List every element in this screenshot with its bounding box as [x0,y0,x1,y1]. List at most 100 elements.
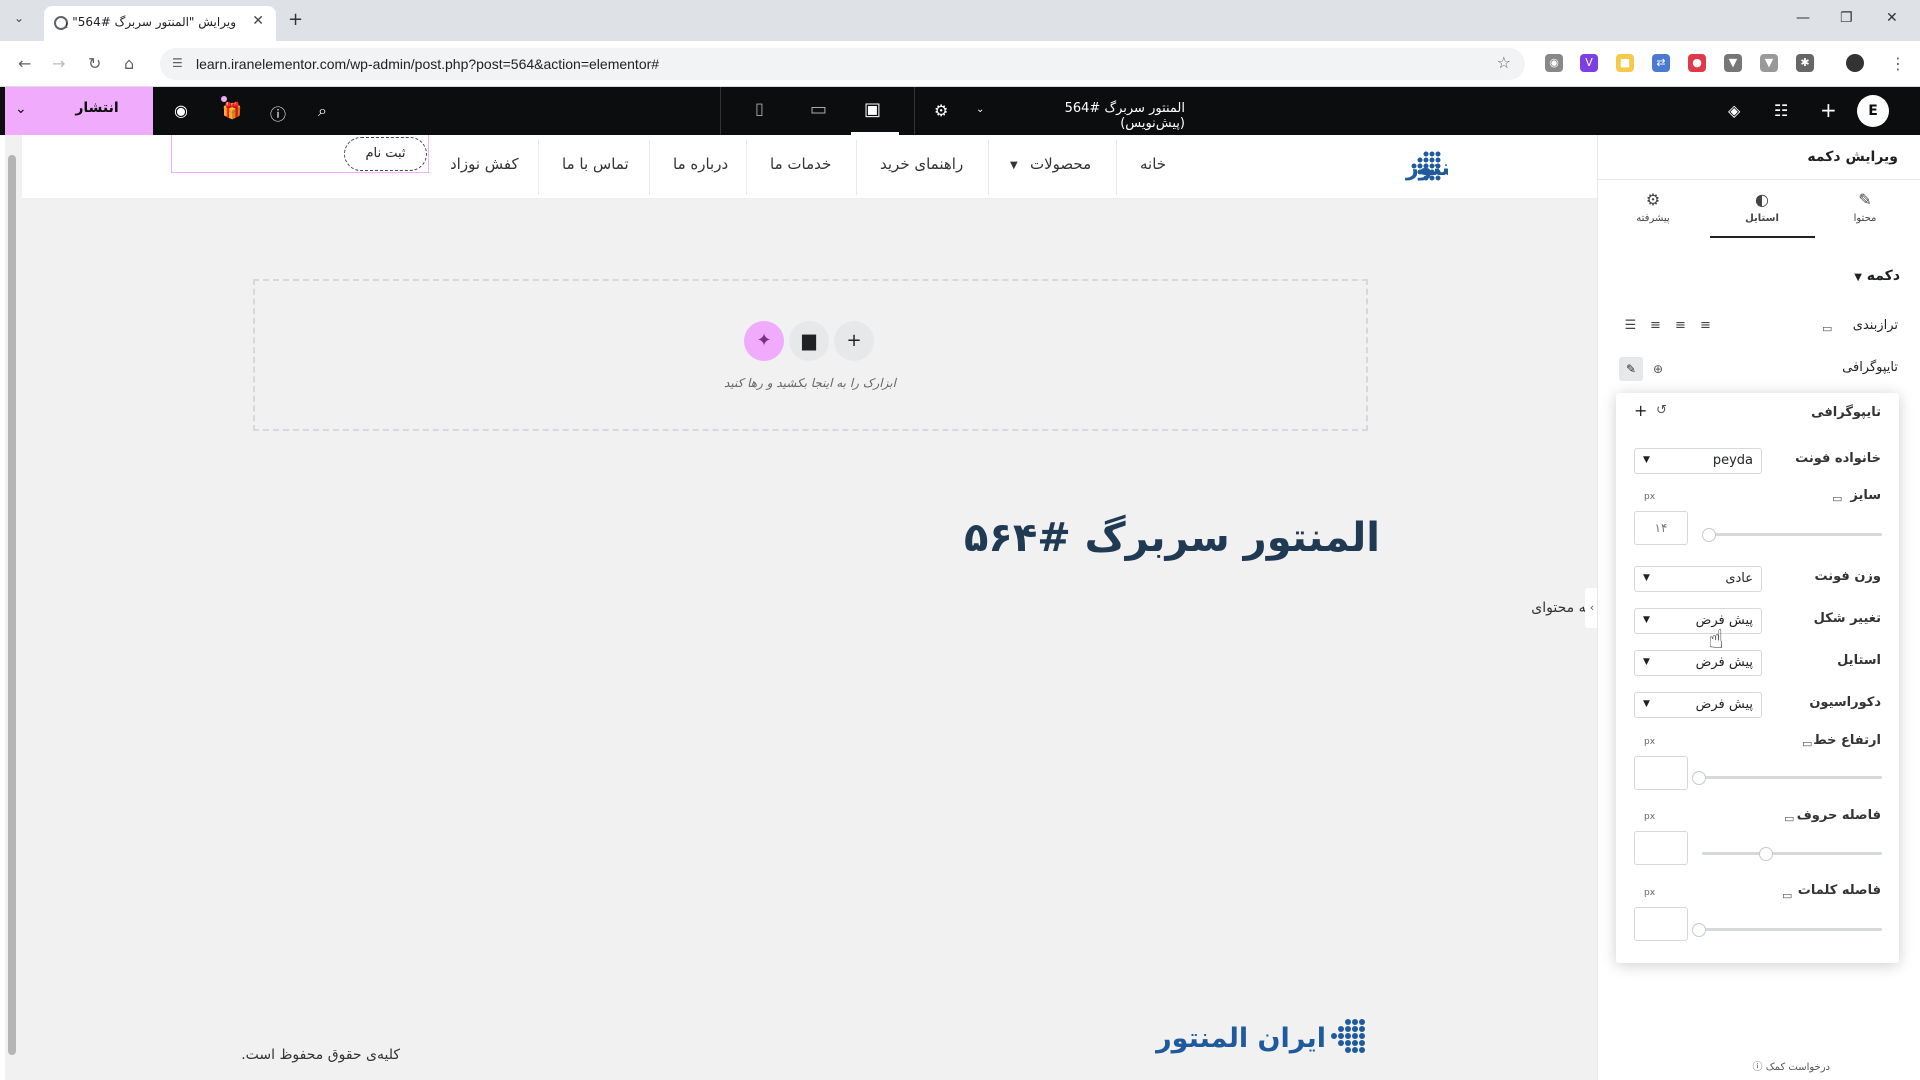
word-spacing-input[interactable] [1634,907,1688,941]
home-icon[interactable]: ⌂ [124,54,134,73]
page-heading[interactable]: المنتور سربرگ #۵۶۴ [900,515,1380,561]
dropdown-arrow-icon: ▼ [1643,699,1650,709]
extension-shield-icon[interactable]: ▼ [1724,54,1742,72]
menu-item-baby-shoes[interactable]: کفش نوزاد [450,155,519,173]
register-button[interactable]: ثبت نام [344,137,427,171]
elementor-menu-logo-icon[interactable]: E [1857,95,1889,127]
letter-spacing-slider[interactable] [1702,852,1882,855]
font-family-select[interactable]: peyda ▼ [1634,448,1762,474]
typography-label: تایپوگرافی [1842,360,1898,375]
close-window-icon[interactable]: ✕ [1886,10,1898,26]
responsive-monitor-icon[interactable]: ▭ [1832,492,1842,505]
menu-item-home[interactable]: خانه [1140,155,1166,173]
menu-item-about[interactable]: درباره ما [673,155,728,173]
ai-sparkle-button[interactable]: ✦ [744,321,784,361]
size-slider-handle[interactable] [1702,528,1716,542]
profile-avatar[interactable] [1846,54,1864,72]
align-left-icon[interactable]: ≡ [1693,314,1718,338]
help-request-link[interactable]: درخواست کمک ⓘ [1700,1058,1830,1073]
tab-content[interactable]: ✎ محتوا [1820,190,1910,224]
restore-icon[interactable]: ❐ [1840,10,1853,26]
align-right-icon[interactable]: ≡ [1643,314,1668,338]
new-tab-button[interactable]: + [288,9,303,30]
tab-list-chevron-icon[interactable]: ⌄ [14,11,24,25]
publish-button[interactable]: انتشار [47,100,147,122]
extensions-puzzle-icon[interactable]: ✱ [1796,54,1814,72]
line-height-slider[interactable] [1702,776,1882,779]
browser-tab-strip: ⌄ ویرایش "المنتور سربرگ #564" با ✕ + — ❐… [0,0,1920,41]
text-transform-select[interactable]: پیش فرض ▼ [1634,608,1762,634]
responsive-monitor-icon[interactable]: ▭ [1802,737,1812,750]
word-spacing-unit-select[interactable]: px [1644,888,1655,898]
tablet-device-icon[interactable]: ▭ [810,99,827,120]
responsive-monitor-icon[interactable]: ▭ [1784,812,1794,825]
close-tab-icon[interactable]: ✕ [252,13,264,29]
page-settings-gear-icon[interactable]: ⚙ [934,101,948,120]
minimize-icon[interactable]: — [1796,10,1810,26]
publish-options-chevron-icon[interactable]: ⌄ [15,101,27,117]
size-input[interactable]: ۱۴ [1634,511,1688,545]
add-global-plus-icon[interactable]: + [1634,401,1647,420]
letter-spacing-unit-select[interactable]: px [1644,812,1655,822]
help-icon[interactable]: ⓘ [270,101,286,125]
word-spacing-slider[interactable] [1702,928,1882,931]
extension-yellow-icon[interactable]: ■ [1616,54,1634,72]
font-style-select[interactable]: پیش فرض ▼ [1634,650,1762,676]
menu-item-products[interactable]: محصولات [1030,155,1091,173]
dropzone-hint-text: ابزارک را به اینجا بکشید و رها کنید [724,376,896,390]
letter-spacing-input[interactable] [1634,831,1688,865]
line-height-slider-handle[interactable] [1692,771,1706,785]
site-info-icon[interactable]: ☰ [172,56,183,70]
products-caret-icon[interactable]: ▼ [1010,160,1018,171]
preview-eye-icon[interactable]: ◉ [174,101,188,120]
site-settings-sliders-icon[interactable]: ☷ [1774,101,1788,120]
letter-spacing-slider-handle[interactable] [1759,847,1773,861]
footer-logo[interactable]: ایران المنتور [1148,1012,1378,1062]
text-decoration-select[interactable]: پیش فرض ▼ [1634,692,1762,718]
responsive-monitor-icon[interactable]: ▭ [1822,322,1832,335]
bookmark-star-icon[interactable]: ☆ [1497,53,1511,72]
word-spacing-label: فاصله کلمات [1797,883,1881,898]
align-justify-icon[interactable]: ☰ [1618,314,1643,338]
add-element-plus-icon[interactable]: + [1820,98,1837,122]
tab-style[interactable]: ◐ استایل [1717,190,1807,224]
address-bar[interactable]: ☰ learn.iranelementor.com/wp-admin/post.… [160,48,1525,80]
whats-new-gift-icon[interactable]: 🎁 [222,101,242,120]
extension-swap-icon[interactable]: ⇄ [1652,54,1670,72]
browser-tab[interactable]: ویرایش "المنتور سربرگ #564" با ✕ [44,6,276,41]
browser-menu-icon[interactable]: ⋮ [1890,54,1906,73]
desktop-device-icon[interactable]: ▣ [864,99,881,120]
menu-item-contact[interactable]: تماس با ما [562,155,629,173]
typography-edit-pencil-icon[interactable]: ✎ [1619,357,1643,381]
site-logo[interactable]: ایران المنتور [1268,146,1448,186]
line-height-unit-select[interactable]: px [1644,737,1655,747]
forward-icon[interactable]: → [52,54,65,73]
document-title[interactable]: المنتور سربرگ #564 (پیش‌نویس) [1000,101,1185,131]
document-chevron-icon[interactable]: ⌄ [976,104,984,115]
section-toggle-button[interactable]: دکمه ▼ [1790,268,1900,284]
size-slider[interactable] [1702,533,1882,536]
search-icon[interactable]: ⌕ [318,101,327,121]
extension-v-icon[interactable]: V [1580,54,1598,72]
tab-advanced[interactable]: ⚙ پیشرفته [1608,190,1698,224]
global-style-globe-icon[interactable]: ⊕ [1646,357,1670,381]
extension-shield2-icon[interactable]: ▼ [1760,54,1778,72]
menu-item-buying-guide[interactable]: راهنمای خرید [880,155,963,173]
font-weight-select[interactable]: عادی ▼ [1634,566,1762,592]
canvas-scrollbar[interactable] [5,135,21,1080]
back-icon[interactable]: ← [18,54,31,73]
reset-icon[interactable]: ↺ [1656,403,1667,418]
camera-extension-icon[interactable]: ◉ [1545,54,1563,72]
extension-red-icon[interactable]: ● [1688,54,1706,72]
template-library-folder-button[interactable]: ▆ [789,321,829,361]
responsive-monitor-icon[interactable]: ▭ [1782,889,1792,902]
mobile-device-icon[interactable]: ▯ [755,99,764,118]
size-unit-select[interactable]: px [1644,492,1655,502]
add-section-plus-button[interactable]: + [834,321,874,361]
menu-item-services[interactable]: خدمات ما [770,155,831,173]
structure-layers-icon[interactable]: ◈ [1728,101,1740,120]
line-height-input[interactable] [1634,756,1688,790]
word-spacing-slider-handle[interactable] [1692,923,1706,937]
reload-icon[interactable]: ↻ [88,54,101,73]
align-center-icon[interactable]: ≡ [1668,314,1693,338]
